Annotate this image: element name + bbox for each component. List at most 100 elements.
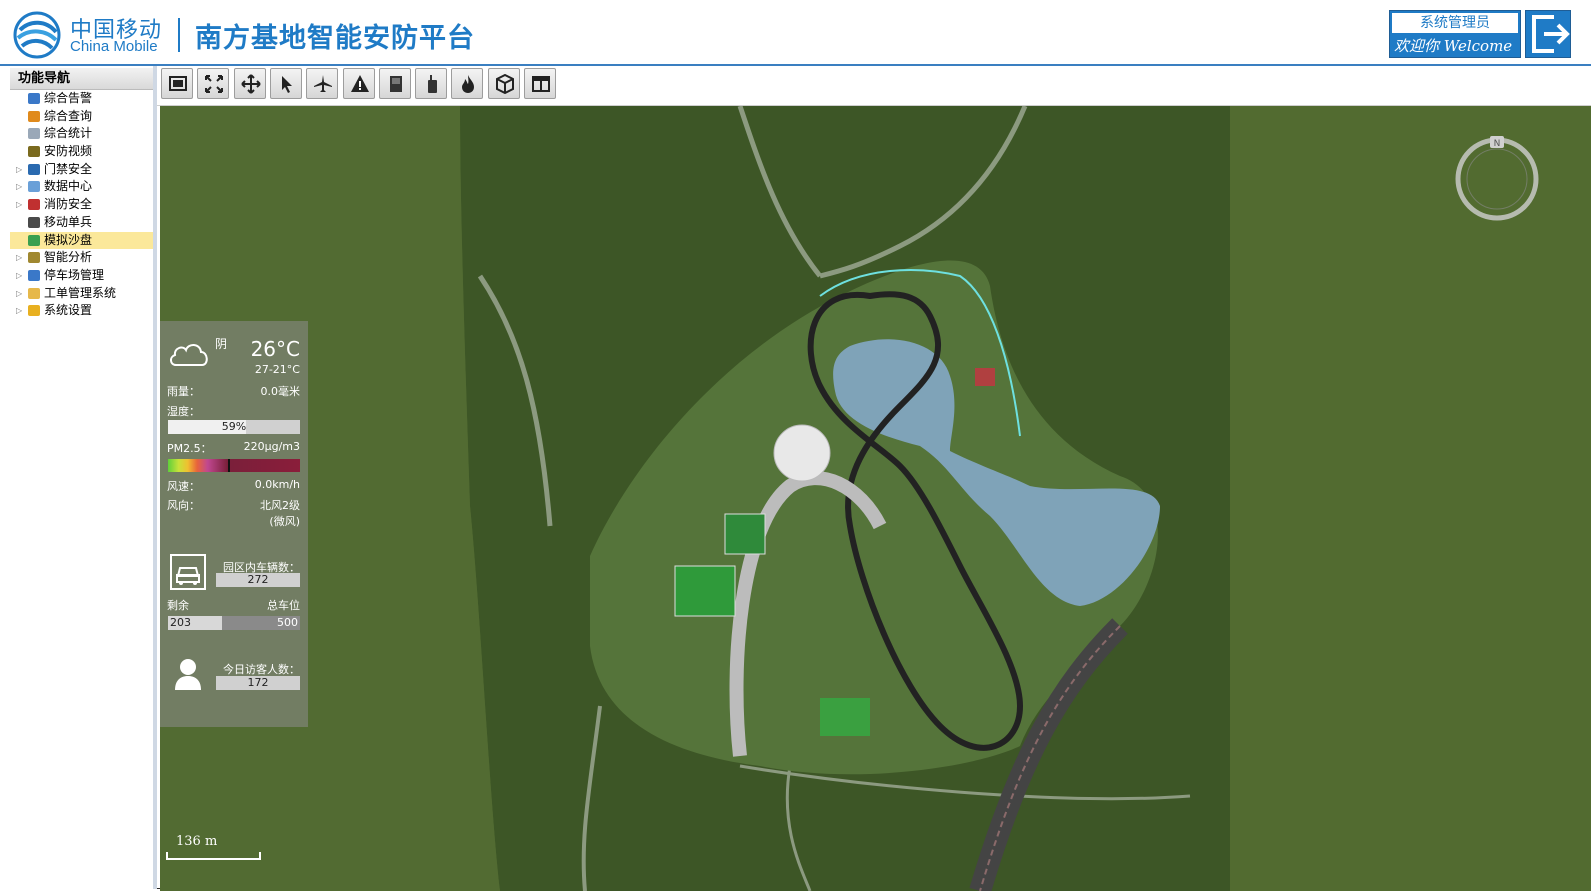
door-icon	[389, 76, 402, 92]
nav-item[interactable]: ▷ 智能分析	[10, 249, 153, 267]
expand-icon	[205, 75, 224, 93]
nav-item[interactable]: 模拟沙盘	[10, 231, 153, 250]
nav-item-label: 数据中心	[44, 179, 93, 194]
map-canvas[interactable]: N	[160, 106, 1591, 891]
nav-item-label: 移动单兵	[44, 214, 93, 229]
nav-item-label: 停车场管理	[44, 267, 105, 282]
toolbar-button[interactable]	[342, 68, 375, 99]
total-value: 500	[277, 616, 298, 629]
expand-arrow-icon[interactable]: ▷	[16, 302, 22, 320]
layout-icon	[532, 76, 550, 92]
fullscreen-icon	[169, 76, 187, 91]
visitors-value: 172	[216, 676, 300, 690]
temp-range: 27-21°C	[254, 363, 300, 376]
map-view[interactable]: N	[160, 106, 1591, 891]
pm25-value: 220μg/m3	[243, 440, 300, 453]
toolbar-button[interactable]	[269, 68, 302, 99]
query-icon	[28, 110, 40, 122]
logout-icon	[1532, 15, 1570, 53]
nav-item[interactable]: ▷ 工单管理系统	[10, 285, 153, 303]
nav-item-label: 模拟沙盘	[44, 232, 93, 247]
remaining-label: 剩余	[167, 599, 189, 612]
analysis-icon	[28, 252, 40, 264]
grass-area-east	[1230, 106, 1591, 891]
pointer-icon	[281, 76, 292, 93]
dome-building	[773, 424, 831, 482]
wind-speed-value: 0.0km/h	[254, 478, 300, 491]
cloud-icon	[170, 344, 208, 366]
soccer-field	[820, 698, 870, 736]
soldier-icon	[28, 216, 40, 228]
nav-item[interactable]: 综合统计	[10, 125, 153, 143]
toolbar-button[interactable]	[161, 68, 193, 99]
nav-item[interactable]: ▷ 消防安全	[10, 196, 153, 214]
nav-item[interactable]: 移动单兵	[10, 214, 153, 232]
cube-icon	[28, 234, 40, 246]
nav-item-label: 消防安全	[44, 197, 93, 212]
temperature: 26°C	[250, 337, 300, 361]
door-icon	[28, 163, 40, 175]
nav-title: 功能导航	[10, 68, 153, 90]
header: 中国移动 China Mobile 南方基地智能安防平台 系统管理员 欢迎你 W…	[0, 0, 1591, 66]
tennis-court	[975, 368, 995, 386]
sports-field	[724, 513, 766, 555]
nav-item-label: 安防视频	[44, 144, 93, 159]
firetruck-icon	[28, 199, 40, 211]
remaining-value: 203	[170, 616, 191, 629]
wind-speed-label: 风速：	[167, 480, 200, 493]
nav-item[interactable]: ▷ 停车场管理	[10, 267, 153, 285]
total-label: 总车位	[267, 599, 300, 612]
expand-arrow-icon[interactable]: ▷	[16, 196, 22, 214]
video-icon	[28, 146, 40, 158]
nav-item-label: 综合告警	[44, 91, 93, 105]
sidebar: 功能导航 综合告警综合查询综合统计 安防视频 ▷ 门禁安全 ▷ 数据中心 ▷ 消防安全移动单兵…	[0, 66, 157, 889]
expand-arrow-icon[interactable]: ▷	[16, 267, 22, 285]
toolbar-button[interactable]	[415, 68, 448, 99]
toolbar-button[interactable]	[378, 68, 411, 99]
toolbar-button[interactable]	[524, 68, 556, 99]
map-toolbar	[157, 66, 1591, 106]
pm25-scale-bar	[168, 459, 300, 472]
nav-item-label: 工单管理系统	[44, 285, 117, 300]
nav-item[interactable]: 综合告警	[10, 90, 153, 108]
expand-arrow-icon[interactable]: ▷	[16, 161, 22, 179]
chart-icon	[28, 128, 40, 140]
toolbar-button[interactable]	[233, 68, 266, 99]
wind-dir-label: 风向：	[167, 499, 200, 512]
toolbar-button[interactable]	[197, 68, 230, 99]
toolbar-button[interactable]	[306, 68, 339, 99]
weather-condition: 阴	[215, 337, 228, 351]
toolbar-button[interactable]	[487, 68, 520, 99]
nav-item[interactable]: ▷ 门禁安全	[10, 161, 153, 179]
folder-icon	[28, 287, 40, 299]
humidity-bar: 59%	[168, 420, 300, 434]
car-icon	[170, 554, 206, 590]
pm25-label: PM2.5：	[167, 442, 212, 455]
radio-icon	[428, 75, 438, 93]
nav-item-label: 综合查询	[44, 108, 93, 123]
wind-dir-note: (微风)	[269, 515, 300, 528]
expand-arrow-icon[interactable]: ▷	[16, 285, 22, 303]
expand-arrow-icon[interactable]: ▷	[16, 178, 22, 196]
gear-icon	[28, 305, 40, 317]
pm25-marker	[228, 459, 230, 472]
nav-item[interactable]: 安防视频	[10, 143, 153, 161]
cube-icon	[495, 74, 514, 94]
compass-label: N	[1494, 139, 1501, 149]
pan-icon	[240, 74, 261, 94]
toolbar-button[interactable]	[451, 68, 484, 99]
visitor-icon	[175, 659, 201, 690]
sports-field	[674, 565, 736, 617]
nav-item[interactable]: ▷ 系统设置	[10, 302, 153, 320]
user-info[interactable]: 系统管理员 欢迎你 Welcome	[1389, 10, 1521, 58]
airplane-icon	[314, 75, 333, 92]
fire-icon	[462, 75, 475, 93]
humidity-value: 59%	[221, 420, 247, 433]
nav-list: 综合告警综合查询综合统计 安防视频 ▷ 门禁安全 ▷ 数据中心 ▷ 消防安全移动单兵模拟沙盘 ▷…	[10, 90, 153, 320]
nav-item-label: 门禁安全	[44, 161, 93, 176]
nav-item[interactable]: 综合查询	[10, 108, 153, 126]
logo-english-text: China Mobile	[70, 38, 158, 55]
logout-button[interactable]	[1525, 10, 1571, 58]
nav-item[interactable]: ▷ 数据中心	[10, 178, 153, 196]
expand-arrow-icon[interactable]: ▷	[16, 249, 22, 267]
